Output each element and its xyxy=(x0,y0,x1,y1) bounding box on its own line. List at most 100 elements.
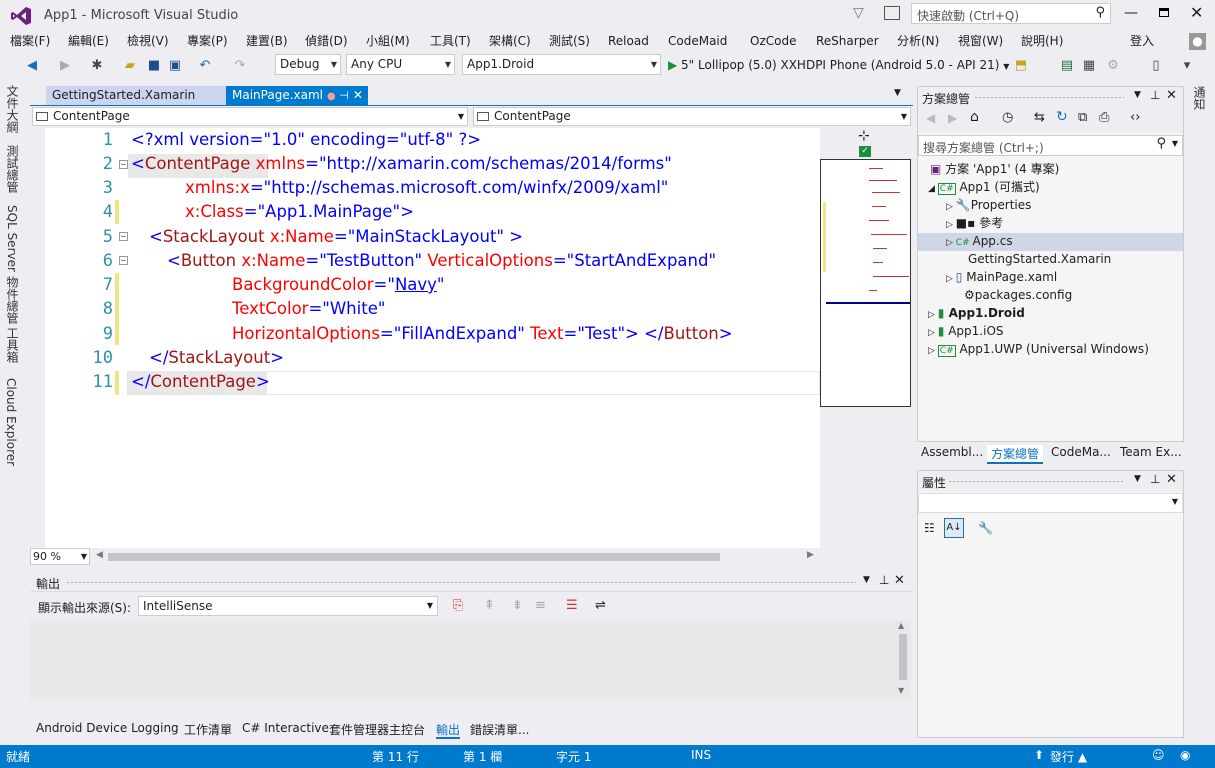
menu-debug[interactable]: 偵錯(D) xyxy=(305,32,348,52)
tab-cloud-explorer[interactable]: Cloud Explorer xyxy=(4,378,18,466)
signin-link[interactable]: 登入 xyxy=(1130,32,1154,52)
close-panel-icon[interactable]: ✕ xyxy=(1166,472,1177,487)
undo-icon[interactable]: ↶ xyxy=(195,54,215,76)
tree-item-app1-portable[interactable]: ◢ C# App1 (可攜式) xyxy=(928,179,1040,197)
close-window-button[interactable]: ✕ xyxy=(1190,3,1203,22)
menu-codemaid[interactable]: CodeMaid xyxy=(668,32,727,52)
show-all-files-icon[interactable]: ⎙ xyxy=(1099,110,1109,125)
split-icon[interactable]: ⊹ xyxy=(858,128,870,144)
tab-team-explorer[interactable]: Team Ex... xyxy=(1120,445,1182,459)
nav-right-select[interactable]: ContentPage ▼ xyxy=(473,107,911,126)
tab-csharp-interactive[interactable]: C# Interactive xyxy=(242,721,329,735)
tab-package-manager-console[interactable]: 套件管理器主控台 xyxy=(329,721,425,738)
output-source-select[interactable]: IntelliSense ▼ xyxy=(138,596,438,616)
scroll-up-icon[interactable]: ▲ xyxy=(898,621,904,630)
minimap-viewport[interactable] xyxy=(820,159,911,407)
nav-left-select[interactable]: ContentPage ▼ xyxy=(32,107,468,126)
menu-test[interactable]: 測試(S) xyxy=(549,32,590,52)
quick-launch-input[interactable]: 快速啟動 (Ctrl+Q) ⚲ xyxy=(911,3,1111,24)
solution-search-input[interactable]: 搜尋方案總管 (Ctrl+;) ⚲ ▼ xyxy=(918,135,1183,156)
refresh-icon[interactable]: ↻ xyxy=(1056,109,1068,125)
home-icon[interactable]: ⌂ xyxy=(970,109,979,125)
tab-gettingstarted[interactable]: GettingStarted.Xamarin xyxy=(46,86,226,106)
panel-menu-icon[interactable]: ▼ xyxy=(863,575,870,585)
attach-icon[interactable]: ⬒ xyxy=(1012,54,1030,76)
categorized-icon[interactable]: ☷ xyxy=(924,521,935,535)
tree-item-properties[interactable]: ▷ 🔧Properties xyxy=(946,197,1031,215)
close-panel-icon[interactable]: ✕ xyxy=(1166,88,1177,103)
code-view-icon[interactable]: ‹› xyxy=(1130,110,1140,125)
tree-item-solution[interactable]: ▣ 方案 'App1' (4 專案) xyxy=(930,161,1059,179)
scroll-left-icon[interactable]: ◀ xyxy=(96,550,103,560)
code-editor[interactable]: − − − 1 2 3 4 5 6 7 8 9 10 11 <?xml vers… xyxy=(45,128,820,548)
maximize-button[interactable] xyxy=(1159,8,1169,17)
collapse-all-icon[interactable]: ⧉ xyxy=(1078,110,1087,125)
prev-message-icon[interactable]: ⇞ xyxy=(484,598,495,613)
close-panel-icon[interactable]: ✕ xyxy=(894,573,905,588)
tab-mainpage-xaml[interactable]: MainPage.xaml ● ⊣ ✕ xyxy=(226,86,368,106)
save-icon[interactable]: ■ xyxy=(145,54,163,76)
forward-icon[interactable]: ▶ xyxy=(56,54,74,76)
tab-solution-explorer[interactable]: 方案總管 xyxy=(987,445,1044,464)
menu-file[interactable]: 檔案(F) xyxy=(10,32,50,52)
collapse-icon[interactable]: − xyxy=(119,160,128,169)
emulator-icon[interactable]: ▦ xyxy=(1080,54,1098,76)
menu-build[interactable]: 建置(B) xyxy=(246,32,288,52)
save-all-icon[interactable]: ▣ xyxy=(166,54,184,76)
menu-reload[interactable]: Reload xyxy=(608,32,649,52)
toolbar-options-icon[interactable]: ▾ xyxy=(1178,54,1196,76)
tree-item-gettingstarted[interactable]: GettingStarted.Xamarin xyxy=(968,251,1111,269)
platform-select[interactable]: Any CPU ▼ xyxy=(346,54,455,75)
zoom-select[interactable]: 90 % ▼ xyxy=(30,548,90,565)
device-icon[interactable]: ▤ xyxy=(1058,54,1076,76)
scroll-down-icon[interactable]: ▼ xyxy=(898,686,904,695)
menu-edit[interactable]: 編輯(E) xyxy=(68,32,109,52)
menu-help[interactable]: 說明(H) xyxy=(1021,32,1063,52)
sync-icon[interactable]: ⇆ xyxy=(1034,110,1045,125)
vertical-scrollbar[interactable]: ▲ ▼ xyxy=(895,620,911,700)
back-icon[interactable]: ◀ xyxy=(926,111,935,125)
tree-item-packages-config[interactable]: ⚙packages.config xyxy=(964,287,1072,305)
redo-icon[interactable]: ↷ xyxy=(230,54,250,76)
tab-toolbox[interactable]: 工具箱 xyxy=(4,327,21,363)
horizontal-scrollbar-thumb[interactable] xyxy=(108,553,720,561)
scrollbar-minimap[interactable]: ⊹ ✓ xyxy=(820,128,912,548)
sdk-icon[interactable]: ⚙ xyxy=(1104,54,1122,76)
startup-project-select[interactable]: App1.Droid ▼ xyxy=(462,54,661,75)
clear-output-icon[interactable]: ☰ xyxy=(566,598,578,613)
tree-item-references[interactable]: ▷ ■▪ 參考 xyxy=(946,215,1003,233)
open-folder-icon[interactable]: ▰ xyxy=(121,54,139,76)
find-message-icon[interactable]: ⎘ xyxy=(453,598,463,613)
menu-architecture[interactable]: 架構(C) xyxy=(489,32,531,52)
panel-menu-icon[interactable]: ▼ xyxy=(1134,90,1141,100)
menu-window[interactable]: 視窗(W) xyxy=(958,32,1003,52)
avatar[interactable]: ● xyxy=(1189,33,1206,50)
tab-test-explorer[interactable]: 測試總管 xyxy=(4,145,21,193)
menu-analyze[interactable]: 分析(N) xyxy=(897,32,939,52)
menu-ozcode[interactable]: OzCode xyxy=(750,32,796,52)
feedback-icon[interactable] xyxy=(884,6,900,20)
pin-icon[interactable]: ⊥ xyxy=(879,573,889,587)
menu-team[interactable]: 小組(M) xyxy=(366,32,410,52)
close-tab-icon[interactable]: ✕ xyxy=(353,88,363,102)
tab-overflow-icon[interactable]: ▼ xyxy=(894,88,901,98)
publish-button[interactable]: 發行 ▲ xyxy=(1050,748,1087,765)
feedback-smile-icon[interactable]: ☺ xyxy=(1152,748,1165,762)
history-icon[interactable]: ◷ xyxy=(1002,110,1013,125)
pin-icon[interactable]: ⊥ xyxy=(1150,472,1160,486)
tab-notifications[interactable]: 通知 xyxy=(1191,86,1208,110)
menu-view[interactable]: 檢視(V) xyxy=(127,32,169,52)
tree-item-app1-droid[interactable]: ▷ ▮ App1.Droid xyxy=(928,305,1025,323)
pin-icon[interactable]: ⊥ xyxy=(1150,88,1160,102)
minimize-button[interactable]: — xyxy=(1124,5,1138,21)
menu-project[interactable]: 專案(P) xyxy=(187,32,228,52)
tree-item-app-cs[interactable]: ▷ C# App.cs xyxy=(946,233,1013,251)
notifications-bell-icon[interactable]: ◉ xyxy=(1180,748,1190,762)
run-button[interactable]: ▶ 5" Lollipop (5.0) XXHDPI Phone (Androi… xyxy=(668,56,1009,76)
tree-item-app1-ios[interactable]: ▷ ▮ App1.iOS xyxy=(928,323,1004,341)
tab-error-list[interactable]: 錯誤清單... xyxy=(470,721,529,738)
tree-item-mainpage-xaml[interactable]: ▷ ▯ MainPage.xaml xyxy=(946,269,1057,287)
output-text-area[interactable] xyxy=(30,620,895,700)
word-wrap-icon[interactable]: ⇌ xyxy=(595,598,606,613)
tab-android-device-logging[interactable]: Android Device Logging xyxy=(36,721,179,735)
